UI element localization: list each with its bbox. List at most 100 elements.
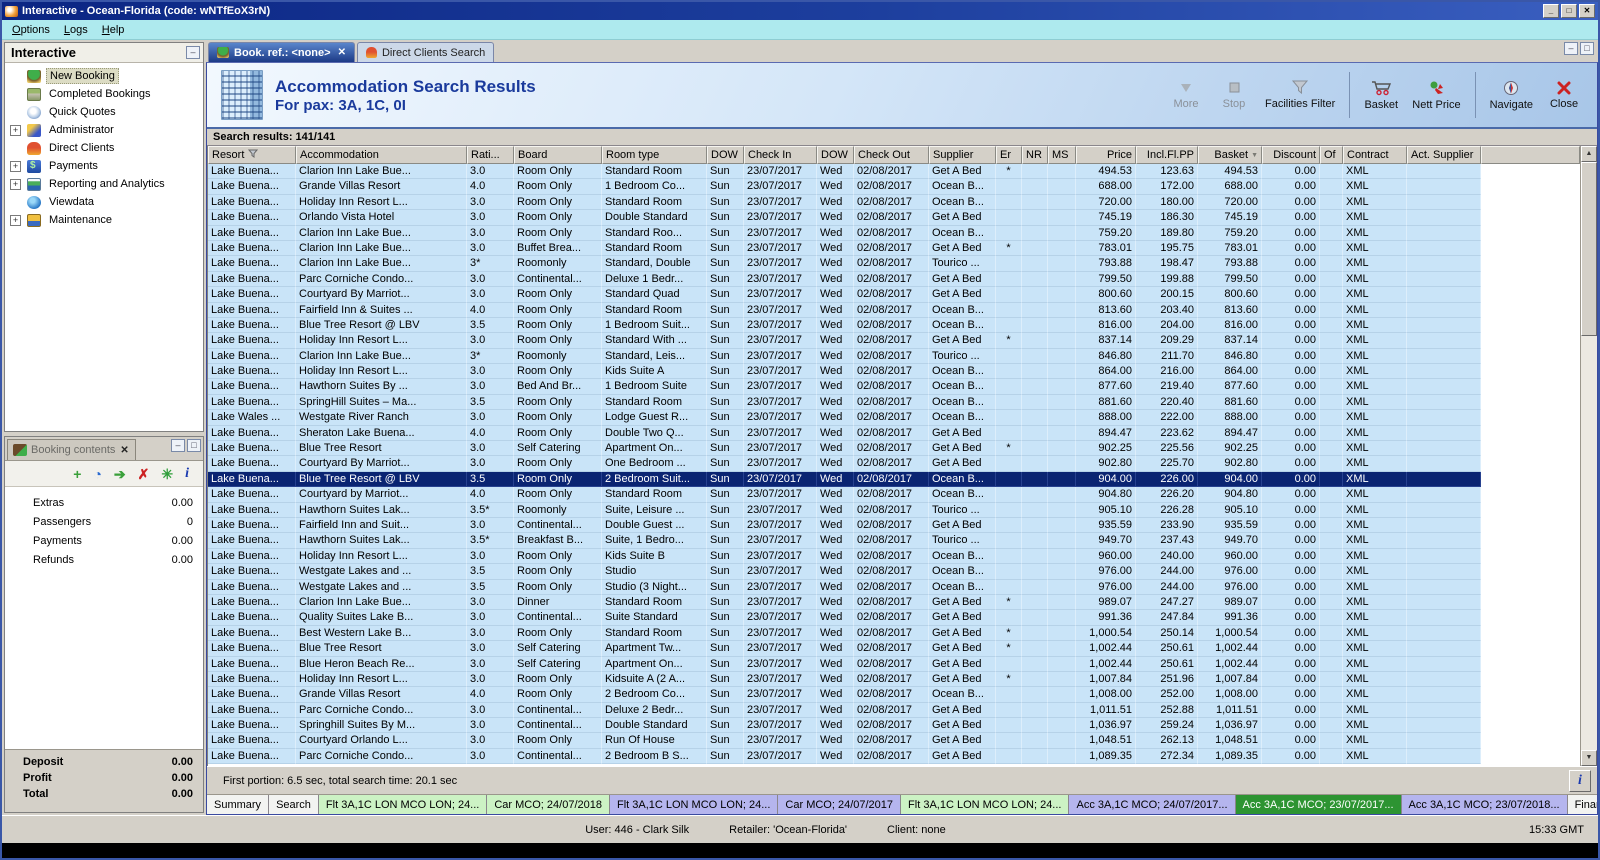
expand-icon[interactable]: + [10,160,21,172]
facilities-filter-button[interactable]: Facilities Filter [1259,69,1341,121]
table-row[interactable]: Lake Buena... Westgate Lakes and ... 3.5 Ro… [208,579,1481,595]
basket-button[interactable]: Basket [1358,69,1404,121]
column-header-check-out[interactable]: Check Out [854,146,929,164]
sidebar-item-payments[interactable]: + Payments [5,157,203,175]
menu-logs[interactable]: Logs [58,22,96,38]
table-row[interactable]: Lake Buena... Holiday Inn Resort L... 3.0 R… [208,333,1481,349]
column-header-resort[interactable]: Resort [208,146,296,164]
tab-close-icon[interactable]: ✕ [336,47,346,58]
column-header-price[interactable]: Price [1076,146,1136,164]
delete-icon[interactable]: ✗ [138,466,150,482]
table-row[interactable]: Lake Buena... Blue Tree Resort @ LBV 3.5 Ro… [208,471,1481,488]
table-row[interactable]: Lake Buena... Fairfield Inn and Suit... 3.… [208,517,1481,534]
booking-panel-minimize-button[interactable]: – [171,439,185,452]
bottom-tab-acc-3a-1c-mco-24-07-2017[interactable]: Acc 3A,1C MCO; 24/07/2017... [1069,795,1236,814]
sidebar-item-viewdata[interactable]: Viewdata [5,193,203,211]
vertical-scrollbar[interactable]: ▲ ▼ [1580,146,1597,766]
sidebar-item-maintenance[interactable]: + Maintenance [5,211,203,229]
booking-contents-tab[interactable]: Booking contents ✕ [7,439,136,460]
table-row[interactable]: Lake Buena... Clarion Inn Lake Bue... 3.0 D… [208,594,1481,611]
bottom-tab-flt-3a-1c-lon-mco-lon-24[interactable]: Flt 3A,1C LON MCO LON; 24... [901,795,1070,814]
expand-icon[interactable]: + [10,178,21,190]
menu-help[interactable]: Help [96,22,133,38]
table-row[interactable]: Lake Buena... Springhill Suites By M... 3.… [208,718,1481,734]
bottom-tab-acc-3a-1c-mco-23-07-2017[interactable]: Acc 3A,1C MCO; 23/07/2017... [1235,795,1402,814]
doc-tab-book-ref-none[interactable]: Book. ref.: <none> ✕ [208,42,355,62]
table-row[interactable]: Lake Wales ... Westgate River Ranch 3.0 Roo… [208,410,1481,426]
table-row[interactable]: Lake Buena... Parc Corniche Condo... 3.0 Co… [208,702,1481,719]
column-header-dow[interactable]: DOW [707,146,744,164]
bottom-tab-search[interactable]: Search [269,795,319,814]
nett-price-button[interactable]: Nett Price [1406,69,1466,121]
sidebar-item-administrator[interactable]: + Administrator [5,121,203,139]
schedule-icon[interactable]: ◔ [93,466,101,482]
column-header-of[interactable]: Of [1320,146,1343,164]
table-row[interactable]: Lake Buena... Hawthorn Suites Lak... 3.5* R… [208,502,1481,518]
table-row[interactable]: Lake Buena... Blue Tree Resort 3.0 Self Cat… [208,641,1481,657]
bottom-tab-flt-3a-1c-lon-mco-lon-24[interactable]: Flt 3A,1C LON MCO LON; 24... [318,795,488,814]
maximize-button[interactable]: □ [1561,4,1577,18]
doc-tab-direct-clients-search[interactable]: Direct Clients Search [356,42,495,62]
scroll-up-arrow-icon[interactable]: ▲ [1581,146,1597,162]
booking-tab-close-icon[interactable]: ✕ [119,445,129,456]
column-header-basket[interactable]: Basket ▼ [1198,146,1262,164]
column-header-room-type[interactable]: Room type [602,146,707,164]
booking-panel-restore-button[interactable]: □ [187,439,201,452]
column-header-ms[interactable]: MS [1048,146,1076,164]
scrollbar-thumb[interactable] [1581,162,1597,336]
table-row[interactable]: Lake Buena... Courtyard by Marriot... 4.0 R… [208,487,1481,503]
expand-icon[interactable]: + [10,124,21,136]
bottom-tab-summary[interactable]: Summary [207,795,270,814]
mdi-minimize-button[interactable]: – [1564,42,1578,55]
table-row[interactable]: Lake Buena... Blue Tree Resort 3.0 Self Cat… [208,441,1481,457]
scroll-down-arrow-icon[interactable]: ▼ [1581,750,1597,766]
table-row[interactable]: Lake Buena... Clarion Inn Lake Bue... 3* Ro… [208,256,1481,272]
table-row[interactable]: Lake Buena... Courtyard By Marriot... 3.0 R… [208,456,1481,472]
column-header-check-in[interactable]: Check In [744,146,817,164]
mdi-restore-button[interactable]: □ [1580,42,1594,55]
column-header-supplier[interactable]: Supplier [929,146,996,164]
bottom-tab-flt-3a-1c-lon-mco-lon-24[interactable]: Flt 3A,1C LON MCO LON; 24... [609,795,779,814]
table-row[interactable]: Lake Buena... Courtyard Orlando L... 3.0 Ro… [208,733,1481,749]
table-row[interactable]: Lake Buena... Westgate Lakes and ... 3.5 Ro… [208,564,1481,580]
navigate-button[interactable]: Navigate [1484,69,1539,121]
table-row[interactable]: Lake Buena... Hawthorn Suites By ... 3.0 Be… [208,379,1481,395]
bottom-tab-car-mco-24-07-2017[interactable]: Car MCO; 24/07/2017 [778,795,902,814]
table-row[interactable]: Lake Buena... Parc Corniche Condo... 3.0 Co… [208,748,1481,765]
table-row[interactable]: Lake Buena... Clarion Inn Lake Bue... 3.0 R… [208,164,1481,180]
column-header-act-supplier[interactable]: Act. Supplier [1407,146,1481,164]
table-row[interactable]: Lake Buena... Blue Heron Beach Re... 3.0 Se… [208,656,1481,672]
table-row[interactable]: Lake Buena... Clarion Inn Lake Bue... 3.0 B… [208,240,1481,257]
column-header-contract[interactable]: Contract [1343,146,1407,164]
table-row[interactable]: Lake Buena... SpringHill Suites – Ma... 3.… [208,394,1481,411]
table-row[interactable]: Lake Buena... Grande Villas Resort 4.0 Room… [208,687,1481,703]
info-icon[interactable]: i [185,466,189,482]
column-header-dow[interactable]: DOW [817,146,854,164]
table-row[interactable]: Lake Buena... Holiday Inn Resort L... 3.0 R… [208,364,1481,380]
sidebar-item-quick-quotes[interactable]: Quick Quotes [5,103,203,121]
column-header-rati[interactable]: Rati... [467,146,514,164]
expand-icon[interactable]: + [10,214,21,226]
bottom-tab-acc-3a-1c-mco-23-07-2018[interactable]: Acc 3A,1C MCO; 23/07/2018... [1401,795,1568,814]
table-row[interactable]: Lake Buena... Orlando Vista Hotel 3.0 Room … [208,210,1481,226]
column-header-board[interactable]: Board [514,146,602,164]
table-row[interactable]: Lake Buena... Holiday Inn Resort L... 3.0 R… [208,548,1481,565]
table-row[interactable]: Lake Buena... Clarion Inn Lake Bue... 3.0 R… [208,225,1481,241]
column-header-er[interactable]: Er [996,146,1022,164]
bottom-tab-financial-summary[interactable]: Financial Summary [1567,795,1597,814]
close-button[interactable]: Close [1541,69,1587,121]
collapse-panel-button[interactable]: – [186,46,200,59]
column-header-discount[interactable]: Discount [1262,146,1320,164]
column-header-accommodation[interactable]: Accommodation [296,146,467,164]
sidebar-item-direct-clients[interactable]: Direct Clients [5,139,203,157]
table-row[interactable]: Lake Buena... Sheraton Lake Buena... 4.0 Ro… [208,425,1481,442]
table-row[interactable]: Lake Buena... Hawthorn Suites Lak... 3.5* B… [208,533,1481,549]
sidebar-item-completed-bookings[interactable]: Completed Bookings [5,85,203,103]
close-window-button[interactable]: ✕ [1579,4,1595,18]
table-row[interactable]: Lake Buena... Holiday Inn Resort L... 3.0 R… [208,671,1481,688]
minimize-button[interactable]: _ [1543,4,1559,18]
menu-options[interactable]: Options [6,22,58,38]
add-icon[interactable]: + [73,466,81,482]
sidebar-item-reporting-and-analytics[interactable]: + Reporting and Analytics [5,175,203,193]
table-row[interactable]: Lake Buena... Parc Corniche Condo... 3.0 Co… [208,271,1481,288]
